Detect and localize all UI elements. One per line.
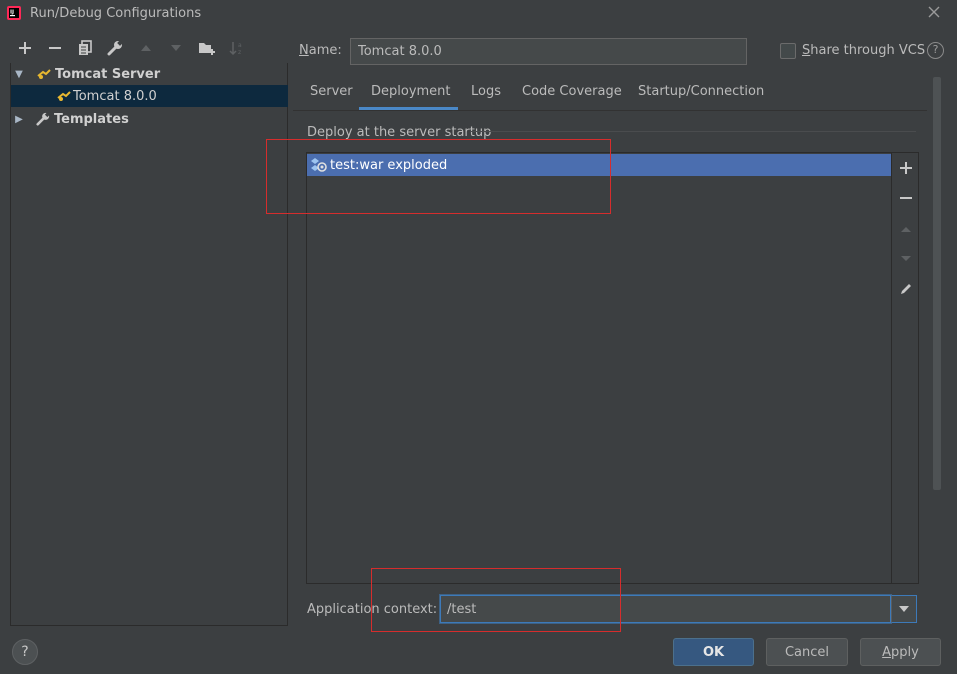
remove-icon: [49, 47, 61, 49]
add-configuration-button[interactable]: [14, 38, 36, 58]
move-down-button[interactable]: [165, 38, 187, 58]
tree-item-tomcat-server[interactable]: ▼ Tomcat Server: [11, 63, 288, 85]
tree-item-label: Tomcat Server: [55, 66, 161, 82]
list-tools-panel: [891, 152, 919, 584]
move-up-button[interactable]: [135, 38, 157, 58]
active-tab-indicator: [359, 107, 458, 110]
intellij-app-icon: IJ: [7, 6, 21, 20]
wrench-icon: [107, 40, 123, 56]
edit-artifact-button[interactable]: [895, 278, 917, 300]
application-context-dropdown[interactable]: [891, 595, 917, 623]
share-through-vcs-checkbox[interactable]: [780, 43, 796, 59]
wrench-icon: [36, 112, 54, 126]
new-folder-button[interactable]: [196, 38, 218, 58]
tree-item-label: Tomcat 8.0.0: [73, 88, 157, 104]
name-label: Name:: [299, 43, 342, 58]
pencil-icon: [901, 284, 911, 294]
window-title: Run/Debug Configurations: [30, 6, 202, 21]
configurations-tree: ▼ Tomcat Server Tomcat 8.0.0 ▶ Templates: [10, 63, 288, 626]
new-folder-icon: [199, 43, 215, 55]
close-button[interactable]: [924, 3, 944, 23]
annotation-box-artifact: [266, 139, 611, 214]
section-separator: [470, 131, 916, 132]
svg-text:IJ: IJ: [10, 10, 14, 16]
annotation-box-context: [371, 568, 621, 632]
svg-text:z: z: [238, 49, 241, 56]
chevron-down-icon: [899, 606, 909, 612]
edit-defaults-button[interactable]: [104, 38, 126, 58]
move-artifact-up-button[interactable]: [895, 218, 917, 240]
help-button[interactable]: ?: [12, 639, 38, 665]
tab-server[interactable]: Server: [310, 84, 353, 110]
move-down-icon: [171, 45, 181, 51]
move-down-icon: [901, 255, 911, 261]
tree-item-label: Templates: [54, 111, 129, 127]
apply-button[interactable]: Apply: [860, 638, 941, 666]
cancel-button[interactable]: Cancel: [766, 638, 848, 666]
deploy-section-title: Deploy at the server startup: [307, 125, 492, 140]
copy-icon: [79, 40, 92, 55]
remove-artifact-button[interactable]: [895, 187, 917, 209]
remove-icon: [900, 197, 912, 199]
tomcat-icon: [37, 68, 53, 80]
sort-button[interactable]: az: [226, 38, 248, 58]
scrollbar-thumb[interactable]: [933, 77, 941, 490]
tab-logs[interactable]: Logs: [471, 84, 501, 110]
sort-icon: az: [229, 42, 242, 56]
collapsed-arrow-icon[interactable]: ▶: [13, 114, 25, 125]
add-artifact-button[interactable]: [895, 157, 917, 179]
name-input[interactable]: [350, 38, 747, 65]
svg-text:a: a: [238, 42, 242, 49]
tab-startup-connection[interactable]: Startup/Connection: [638, 84, 764, 110]
close-icon: [928, 6, 940, 18]
move-up-icon: [901, 226, 911, 232]
expanded-arrow-icon[interactable]: ▼: [13, 69, 25, 80]
add-icon: [900, 162, 912, 174]
share-through-vcs-label[interactable]: Share through VCS: [802, 43, 925, 58]
remove-configuration-button[interactable]: [44, 38, 66, 58]
tomcat-icon: [57, 90, 73, 102]
move-artifact-down-button[interactable]: [895, 247, 917, 269]
tree-item-templates[interactable]: ▶ Templates: [11, 108, 288, 130]
help-icon[interactable]: ?: [927, 42, 944, 59]
copy-configuration-button[interactable]: [74, 38, 96, 58]
add-icon: [19, 42, 31, 54]
tabs-divider: [293, 110, 927, 111]
move-up-icon: [141, 45, 151, 51]
deployment-list[interactable]: [306, 152, 892, 584]
tab-code-coverage[interactable]: Code Coverage: [522, 84, 622, 110]
tree-item-tomcat-config[interactable]: Tomcat 8.0.0: [11, 85, 288, 107]
ok-button[interactable]: OK: [673, 638, 754, 666]
